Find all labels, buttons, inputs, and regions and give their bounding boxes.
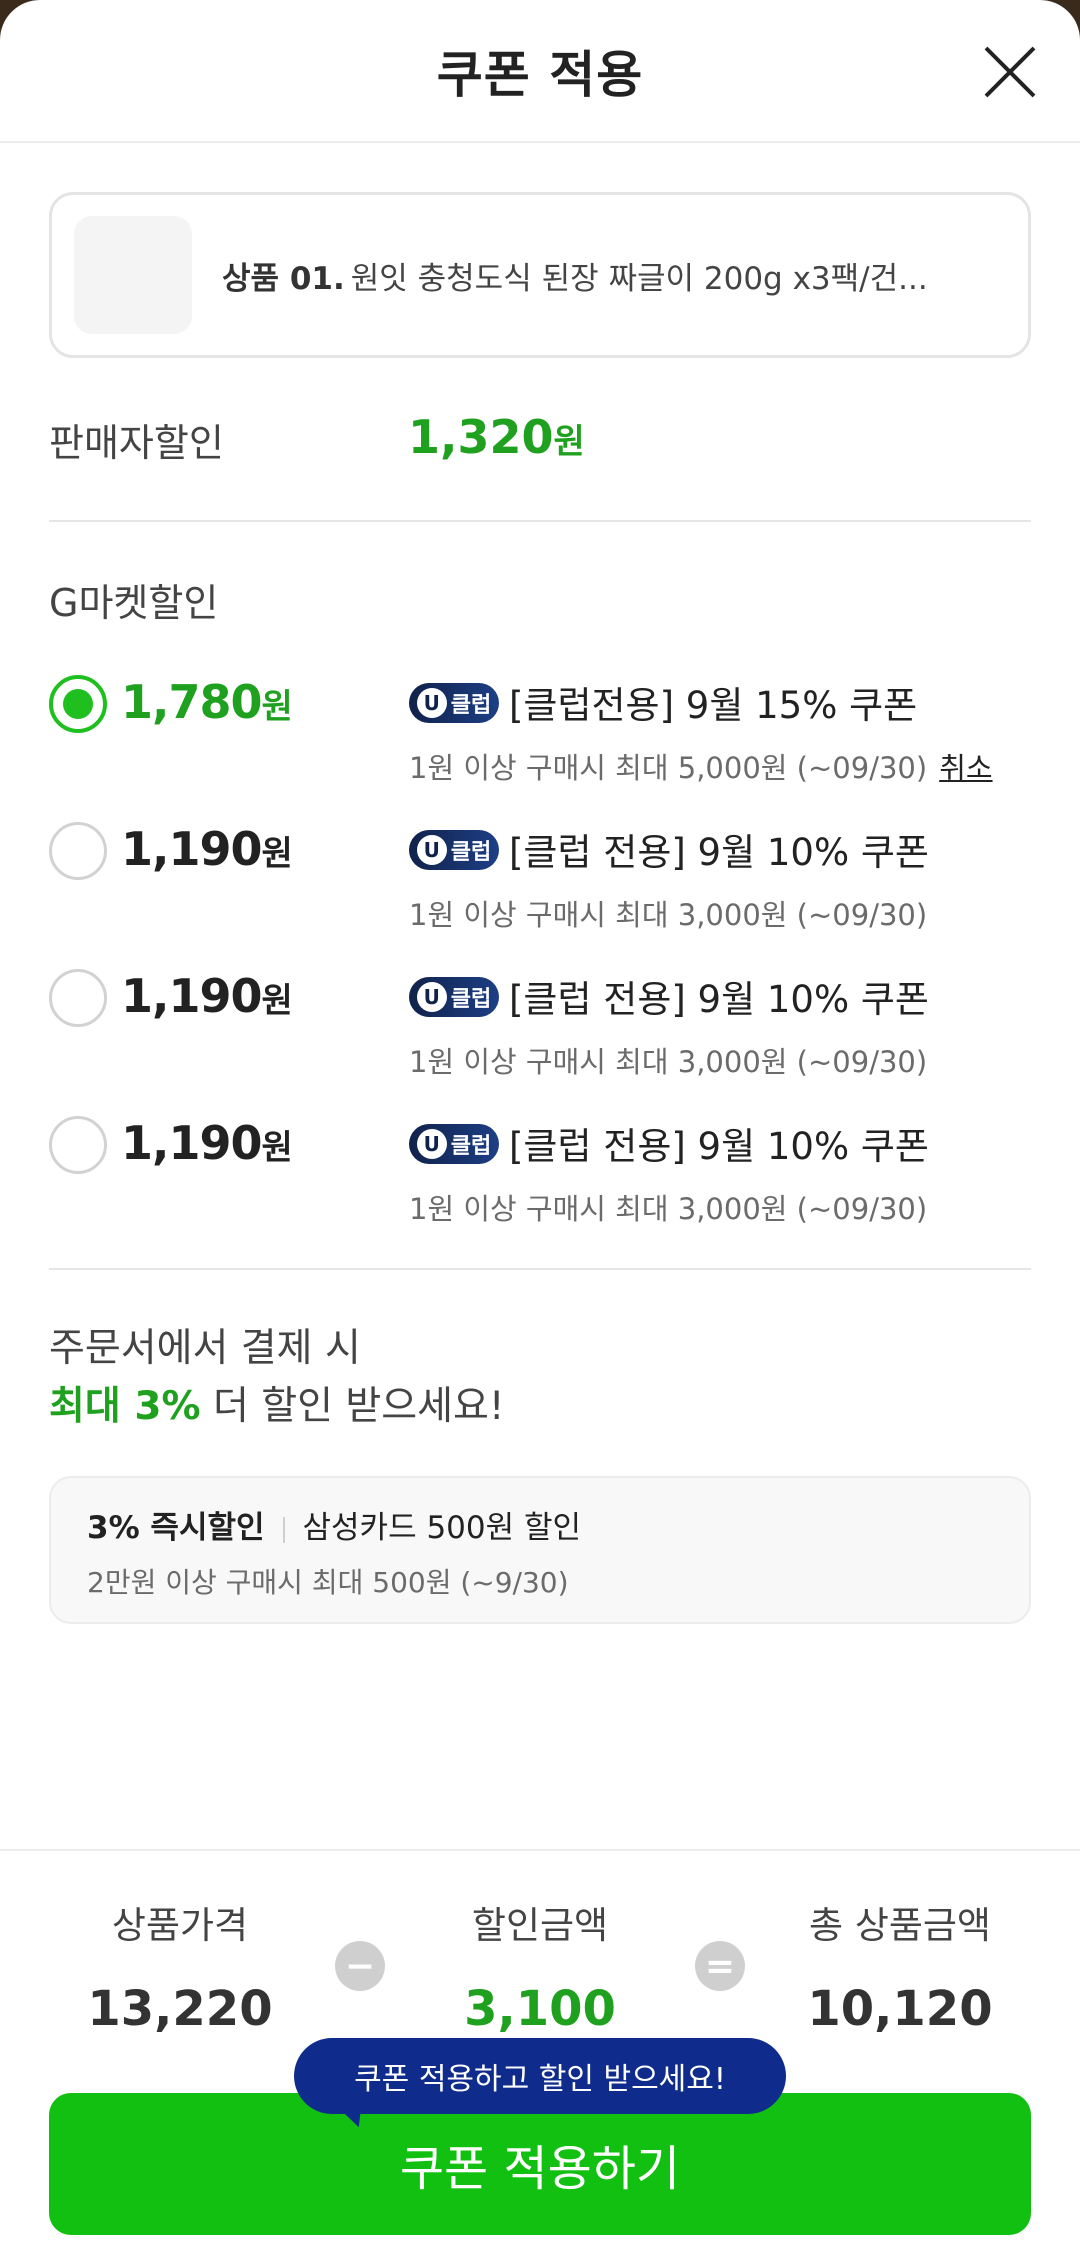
summary-price-label: 상품가격: [111, 1904, 249, 1947]
coupon-name: [클럽 전용] 9월 10% 쿠폰: [509, 831, 929, 874]
apply-coupon-button[interactable]: 쿠폰 적용하기: [49, 2093, 1031, 2235]
coupon-radio-selected[interactable]: [49, 675, 107, 733]
separator: [282, 1516, 285, 1543]
close-button[interactable]: [978, 40, 1042, 104]
badge-label: 클럽: [450, 987, 492, 1012]
coupon-name: [클럽전용] 9월 15% 쿠폰: [509, 684, 918, 727]
coupon-option[interactable]: 1,190원 U 클럽 [클럽 전용] 9월 10% 쿠폰 1원 이상 구매시 최…: [49, 957, 1031, 1087]
coupon-amount: 1,190원: [121, 969, 293, 1023]
coupon-amount-value: 1,190: [121, 969, 263, 1023]
sheet-header: 쿠폰 적용: [0, 0, 1080, 143]
u-icon: U: [416, 982, 447, 1012]
coupon-amount-unit: 원: [261, 1128, 293, 1168]
promo-line2-rest: 더 할인 받으세요!: [200, 1384, 505, 1429]
summary-total: 총 상품금액 10,120: [750, 1895, 1050, 2037]
product-card: 상품 01. 원잇 충청도식 된장 짜글이 200g x3팩/건...: [49, 192, 1031, 358]
seller-discount-unit: 원: [553, 422, 585, 462]
coupon-option[interactable]: 1,190원 U 클럽 [클럽 전용] 9월 10% 쿠폰 1원 이상 구매시 최…: [49, 1104, 1031, 1234]
coupon-name: [클럽 전용] 9월 10% 쿠폰: [509, 978, 929, 1021]
product-name: 원잇 충청도식 된장 짜글이 200g x3팩/건...: [350, 260, 928, 297]
coupon-sheet: 쿠폰 적용 상품 01. 원잇 충청도식 된장 짜글이 200g x3팩/건...…: [0, 0, 1080, 2257]
close-icon: [984, 46, 1036, 98]
divider: [49, 1268, 1031, 1270]
coupon-amount-unit: 원: [261, 981, 293, 1021]
promo-highlight: 최대 3%: [49, 1384, 201, 1429]
promo-title: 주문서에서 결제 시 최대 3% 더 할인 받으세요!: [49, 1320, 505, 1436]
summary-total-value: 10,120: [807, 1981, 993, 2037]
u-icon: U: [416, 688, 447, 718]
badge-label: 클럽: [450, 693, 492, 718]
badge-label: 클럽: [450, 840, 492, 865]
cancel-link[interactable]: 취소: [939, 751, 992, 785]
card-discount-title: 3% 즉시할인 삼성카드 500원 할인: [87, 1502, 993, 1547]
coupon-desc: 1원 이상 구매시 최대 3,000원 (~09/30): [409, 1045, 928, 1079]
promo-line2: 최대 3% 더 할인 받으세요!: [49, 1378, 505, 1436]
summary-discount-label: 할인금액: [471, 1904, 609, 1947]
coupon-amount-unit: 원: [261, 834, 293, 874]
coupon-name: [클럽 전용] 9월 10% 쿠폰: [509, 1125, 929, 1168]
coupon-desc: 1원 이상 구매시 최대 3,000원 (~09/30): [409, 898, 928, 932]
summary-price: 상품가격 13,220: [30, 1895, 330, 2037]
divider: [49, 520, 1031, 522]
coupon-amount: 1,780원: [121, 675, 293, 729]
card-discount-box: 3% 즉시할인 삼성카드 500원 할인 2만원 이상 구매시 최대 500원 (…: [49, 1476, 1031, 1624]
gmarket-discount-label: G마켓할인: [49, 581, 219, 625]
coupon-radio[interactable]: [49, 1116, 107, 1174]
badge-label: 클럽: [450, 1134, 492, 1159]
coupon-amount-unit: 원: [261, 687, 293, 727]
minus-icon: −: [335, 1941, 385, 1991]
promo-line1: 주문서에서 결제 시: [49, 1326, 361, 1371]
coupon-amount-value: 1,190: [121, 1116, 263, 1170]
seller-discount-amount: 1,320원: [408, 410, 585, 464]
bottom-divider: [0, 1849, 1080, 1851]
seller-discount-value: 1,320: [408, 410, 554, 464]
card-discount-subtitle: 삼성카드 500원 할인: [302, 1510, 582, 1546]
product-thumbnail: [74, 216, 192, 334]
coupon-option[interactable]: 1,780원 U 클럽 [클럽전용] 9월 15% 쿠폰 1원 이상 구매시 최대…: [49, 663, 1031, 793]
uclub-badge: U 클럽: [409, 830, 499, 870]
uclub-badge: U 클럽: [409, 977, 499, 1017]
card-discount-rate: 3% 즉시할인: [87, 1510, 265, 1546]
summary-discount-value: 3,100: [464, 1981, 616, 2037]
apply-tooltip: 쿠폰 적용하고 할인 받으세요!: [294, 2038, 786, 2114]
uclub-badge: U 클럽: [409, 1124, 499, 1164]
summary-price-value: 13,220: [87, 1981, 273, 2037]
coupon-desc: 1원 이상 구매시 최대 5,000원 (~09/30) 취소: [409, 745, 993, 787]
summary-total-label: 총 상품금액: [809, 1904, 991, 1947]
uclub-badge: U 클럽: [409, 683, 499, 723]
page-title: 쿠폰 적용: [436, 45, 644, 104]
u-icon: U: [416, 1129, 447, 1159]
u-icon: U: [416, 835, 447, 865]
coupon-radio[interactable]: [49, 969, 107, 1027]
equals-icon: =: [695, 1941, 745, 1991]
seller-discount-label: 판매자할인: [49, 421, 224, 465]
coupon-option[interactable]: 1,190원 U 클럽 [클럽 전용] 9월 10% 쿠폰 1원 이상 구매시 최…: [49, 810, 1031, 940]
coupon-radio[interactable]: [49, 822, 107, 880]
coupon-amount: 1,190원: [121, 1116, 293, 1170]
coupon-desc: 1원 이상 구매시 최대 3,000원 (~09/30): [409, 1192, 928, 1226]
coupon-desc-text: 1원 이상 구매시 최대 5,000원 (~09/30): [409, 751, 928, 785]
coupon-amount-value: 1,780: [121, 675, 263, 729]
coupon-amount-value: 1,190: [121, 822, 263, 876]
summary-discount: 할인금액 3,100: [390, 1895, 690, 2037]
product-prefix: 상품 01.: [222, 260, 345, 297]
coupon-amount: 1,190원: [121, 822, 293, 876]
product-title: 상품 01. 원잇 충청도식 된장 짜글이 200g x3팩/건...: [222, 253, 928, 298]
card-discount-desc: 2만원 이상 구매시 최대 500원 (~9/30): [87, 1566, 569, 1599]
